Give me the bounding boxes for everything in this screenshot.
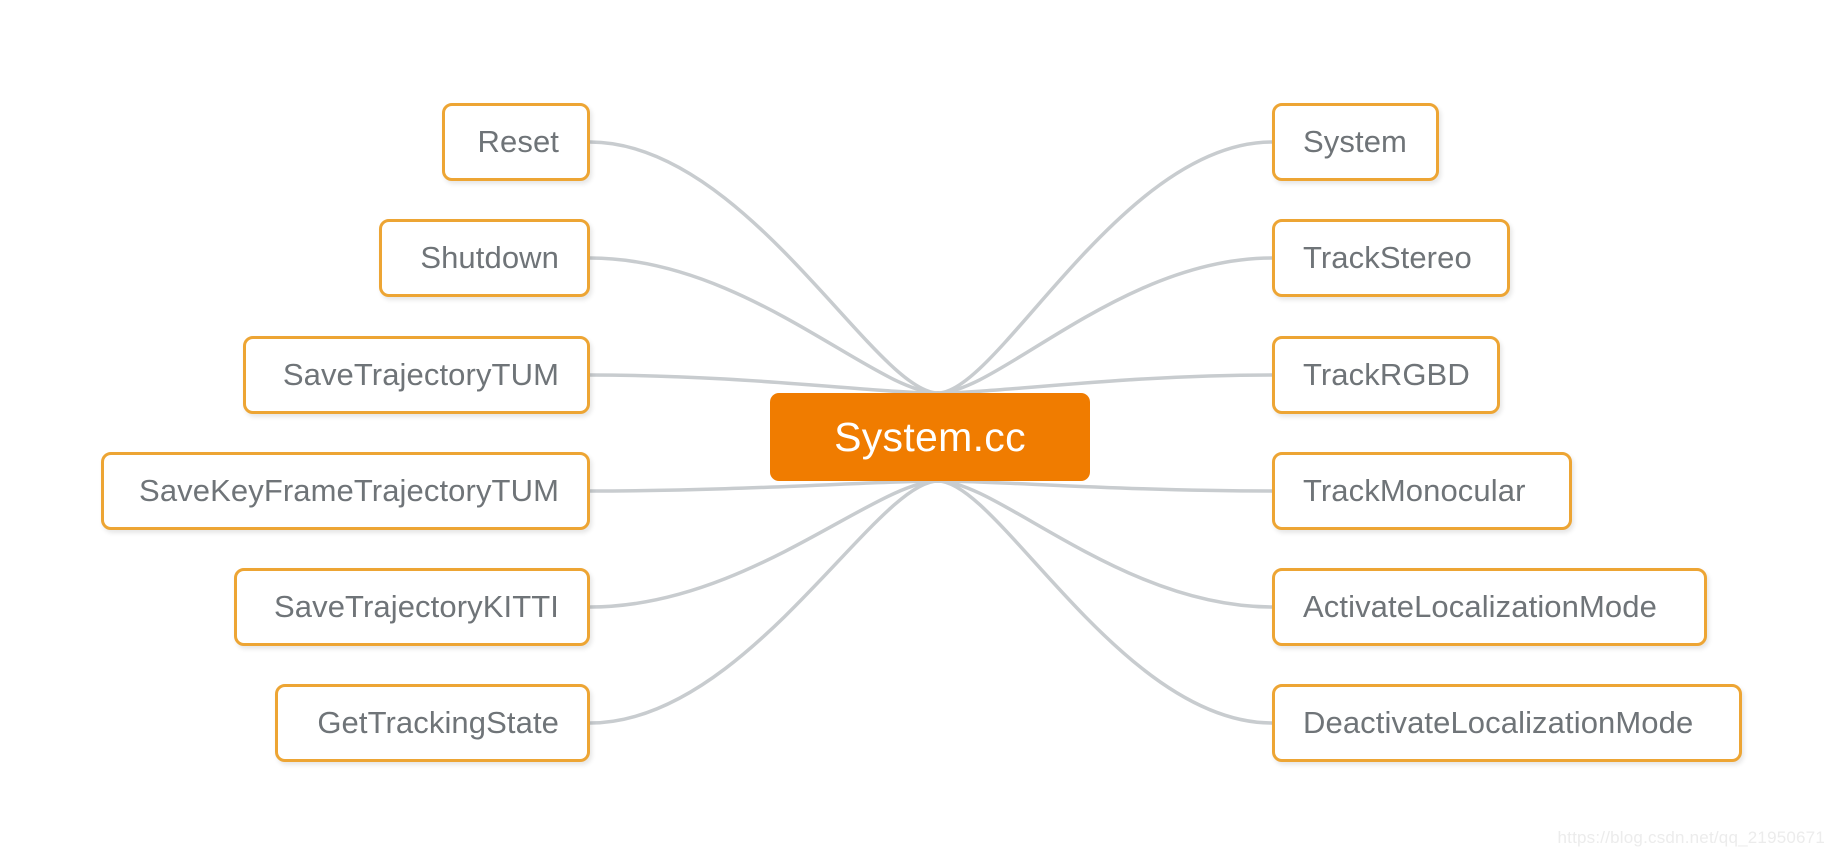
center-node-label: System.cc (834, 413, 1026, 460)
branch-node-label: GetTrackingState (317, 705, 559, 740)
branch-node-label: Shutdown (420, 240, 559, 275)
edge-right-track-rgbd (936, 373, 1274, 395)
branch-node-label: DeactivateLocalizationMode (1303, 705, 1694, 740)
branch-node-track-rgbd[interactable]: TrackRGBD (1272, 336, 1500, 414)
branch-node-label: Reset (477, 124, 559, 159)
branch-node-shutdown[interactable]: Shutdown (379, 219, 590, 297)
center-node-system-cc[interactable]: System.cc (770, 393, 1090, 481)
edge-right-activate-localization-mode (936, 479, 1274, 609)
branch-node-save-trajectory-kitti[interactable]: SaveTrajectoryKITTI (234, 568, 590, 646)
branch-node-reset[interactable]: Reset (442, 103, 590, 181)
mindmap-canvas: Reset Shutdown SaveTrajectoryTUM SaveKeyFra… (0, 0, 1841, 864)
branch-node-label: TrackStereo (1303, 240, 1472, 275)
branch-node-track-stereo[interactable]: TrackStereo (1272, 219, 1510, 297)
branch-node-label: TrackRGBD (1303, 357, 1470, 392)
branch-node-label: SaveTrajectoryTUM (282, 357, 559, 392)
edge-left-reset (588, 140, 940, 395)
branch-node-save-trajectory-tum[interactable]: SaveTrajectoryTUM (243, 336, 590, 414)
branch-node-activate-localization-mode[interactable]: ActivateLocalizationMode (1272, 568, 1707, 646)
branch-node-label: SaveKeyFrameTrajectoryTUM (139, 473, 559, 508)
edge-left-shutdown (588, 256, 940, 395)
edge-left-save-key-frame-trajectory-tum (588, 479, 940, 493)
edge-left-get-tracking-state (588, 479, 940, 725)
edge-right-track-monocular (936, 479, 1274, 493)
branch-node-system[interactable]: System (1272, 103, 1439, 181)
watermark: https://blog.csdn.net/qq_21950671 (1557, 828, 1825, 847)
branch-node-label: TrackMonocular (1303, 473, 1526, 508)
branch-node-deactivate-localization-mode[interactable]: DeactivateLocalizationMode (1272, 684, 1742, 762)
branch-node-label: SaveTrajectoryKITTI (274, 589, 559, 624)
branch-node-track-monocular[interactable]: TrackMonocular (1272, 452, 1572, 530)
branch-node-label: ActivateLocalizationMode (1303, 589, 1657, 624)
branch-node-label: System (1303, 124, 1407, 159)
edge-right-deactivate-localization-mode (936, 479, 1274, 725)
edge-right-system (936, 140, 1274, 395)
edge-left-save-trajectory-kitti (588, 479, 940, 609)
branch-node-get-tracking-state[interactable]: GetTrackingState (275, 684, 590, 762)
edge-left-save-trajectory-tum (588, 373, 940, 395)
branch-node-save-key-frame-trajectory-tum[interactable]: SaveKeyFrameTrajectoryTUM (101, 452, 590, 530)
edge-right-track-stereo (936, 256, 1274, 395)
